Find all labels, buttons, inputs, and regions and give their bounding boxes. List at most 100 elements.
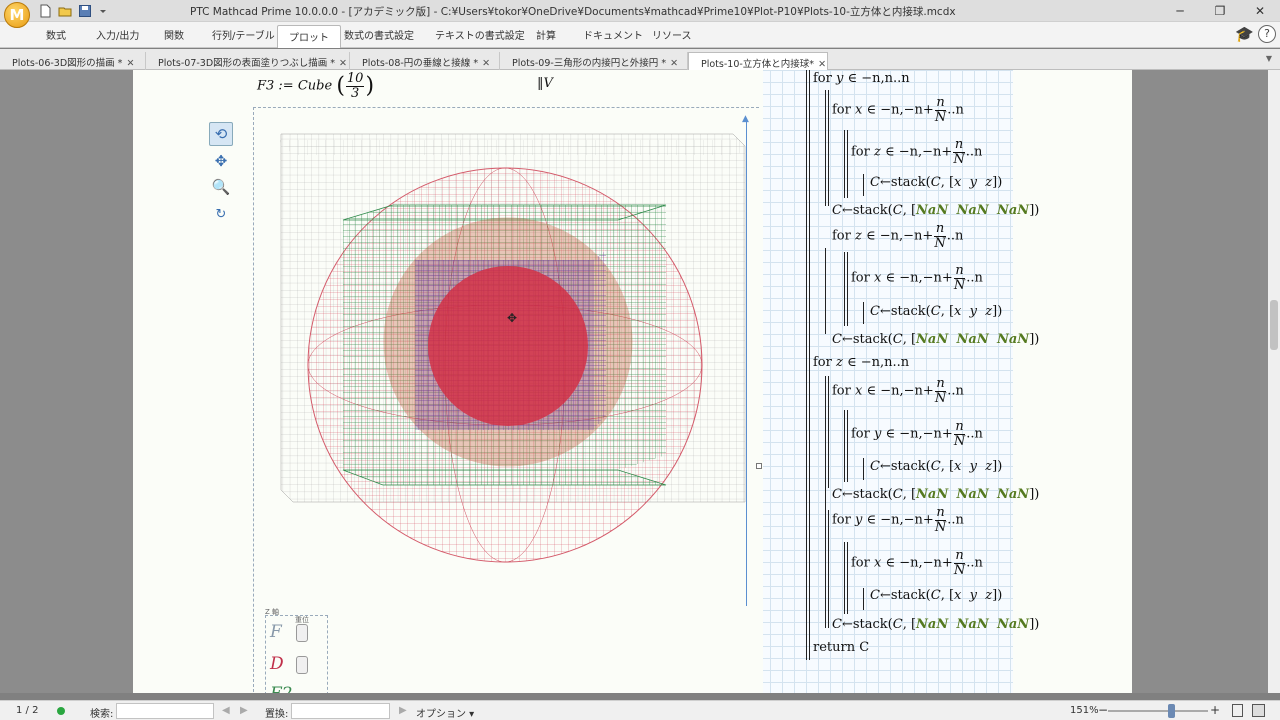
vector-label: ‖V xyxy=(537,76,553,91)
document-tab-label: Plots-08-円の垂線と接線 * xyxy=(362,58,479,69)
legend-label-f2: F2 xyxy=(270,684,293,693)
vertical-scrollbar[interactable] xyxy=(1268,70,1280,693)
replace-input[interactable] xyxy=(291,703,390,719)
app-logo[interactable]: M xyxy=(4,2,30,28)
inner-sphere-mesh xyxy=(428,266,588,426)
legend-marker xyxy=(296,656,308,674)
cursor-crosshair-icon: ✥ xyxy=(507,311,517,325)
close-tab-icon[interactable]: ✕ xyxy=(818,59,826,70)
legend-marker xyxy=(296,624,308,642)
open-folder-icon[interactable] xyxy=(58,4,72,18)
program-line[interactable]: C←stack(C, [x y z]) xyxy=(870,588,1002,603)
tab-calculation[interactable]: 計算 xyxy=(536,27,556,42)
program-line[interactable]: for z ∈ −n,−n+ n N ..n xyxy=(832,222,963,250)
maximize-button[interactable]: ❐ xyxy=(1200,0,1240,22)
replace-label: 置換: xyxy=(265,709,289,720)
scrollbar-thumb[interactable] xyxy=(1270,300,1278,350)
document-tab-active[interactable]: Plots-10-立方体と内接球* ✕ xyxy=(688,52,828,70)
save-icon[interactable] xyxy=(78,4,92,18)
status-bar: 1 / 2 検索: ◀ ▶ 置換: ▶ オプション ▾ 151% − + xyxy=(0,700,1280,720)
search-label: 検索: xyxy=(90,709,114,720)
worksheet-page[interactable]: F3 := Cube (10 3) ‖V ⟲ ✥ 🔍 ↻ ✥ ▲ Z 軸 重位 … xyxy=(133,70,1132,693)
f3-arg-numerator: 10 xyxy=(345,71,365,87)
plot-legend[interactable]: Z 軸 重位 F D F2 xyxy=(265,608,328,693)
zoom-in-icon[interactable]: + xyxy=(1210,703,1220,717)
program-line[interactable]: for x ∈ −n,−n+ n N ..n xyxy=(851,549,983,577)
ribbon-tabs: 数式 入力/出力 関数 行列/テーブル プロット 数式の書式設定 テキストの書式… xyxy=(0,22,1280,48)
legend-caption: Z 軸 xyxy=(265,608,280,616)
zoom-out-icon[interactable]: − xyxy=(1098,703,1108,717)
document-tabs: Plots-06-3D図形の描画 * ✕ Plots-07-3D図形の表面塗りつぶ… xyxy=(0,49,1280,70)
tab-input-output[interactable]: 入力/出力 xyxy=(96,27,139,42)
document-tab-label: Plots-09-三角形の内接円と外接円 * xyxy=(512,58,667,69)
document-tab[interactable]: Plots-06-3D図形の描画 * ✕ xyxy=(0,52,146,70)
search-input[interactable] xyxy=(116,703,214,719)
tab-functions[interactable]: 関数 xyxy=(164,27,184,42)
program-line[interactable]: for x ∈ −n,−n+ n N ..n xyxy=(851,264,983,292)
close-window-button[interactable]: ✕ xyxy=(1240,0,1280,22)
program-line[interactable]: C←stack(C, [NaN NaN NaN]) xyxy=(832,332,1039,347)
program-line[interactable]: for x ∈ −n,−n+ n N ..n xyxy=(832,377,964,405)
tab-plots[interactable]: プロット xyxy=(277,25,341,48)
tab-resources[interactable]: リソース xyxy=(652,27,692,42)
program-line[interactable]: for x ∈ −n,−n+ n N ..n xyxy=(832,96,964,124)
program-line[interactable]: C←stack(C, [x y z]) xyxy=(870,459,1002,474)
program-line[interactable]: C←stack(C, [NaN NaN NaN]) xyxy=(832,617,1039,632)
document-tab[interactable]: Plots-08-円の垂線と接線 * ✕ xyxy=(350,52,500,70)
search-prev-icon[interactable]: ◀ xyxy=(222,705,230,716)
tab-scroll-down-icon[interactable]: ▼ xyxy=(1266,54,1272,63)
window-title: PTC Mathcad Prime 10.0.0.0 - [アカデミック版] -… xyxy=(190,6,956,18)
program-line[interactable]: C←stack(C, [x y z]) xyxy=(870,175,1002,190)
replace-icon[interactable]: ▶ xyxy=(399,705,407,716)
program-return-line[interactable]: return C xyxy=(813,640,869,655)
workspace: F3 := Cube (10 3) ‖V ⟲ ✥ 🔍 ↻ ✥ ▲ Z 軸 重位 … xyxy=(0,70,1280,693)
new-file-icon[interactable] xyxy=(38,4,52,18)
resize-arrow-icon[interactable]: ▲ xyxy=(742,114,749,124)
zoom-slider-thumb[interactable] xyxy=(1168,704,1175,718)
close-tab-icon[interactable]: ✕ xyxy=(339,58,347,69)
rotate-icon[interactable]: ⟲ xyxy=(209,122,233,146)
f3-definition[interactable]: F3 := Cube (10 3) xyxy=(257,72,374,100)
3d-plot-canvas[interactable]: ✥ xyxy=(253,110,758,610)
draft-view-icon[interactable] xyxy=(1252,704,1265,717)
program-line[interactable]: C←stack(C, [NaN NaN NaN]) xyxy=(832,487,1039,502)
page-indicator: 1 / 2 xyxy=(16,705,39,716)
page-view-icon[interactable] xyxy=(1232,704,1243,717)
zoom-level: 151% xyxy=(1070,705,1099,716)
close-tab-icon[interactable]: ✕ xyxy=(482,58,490,69)
program-line[interactable]: for y ∈ −n,−n+ n N ..n xyxy=(851,420,983,448)
legend-label-f: F xyxy=(270,622,282,642)
zoom-icon[interactable]: 🔍 xyxy=(209,176,233,200)
document-tab[interactable]: Plots-07-3D図形の表面塗りつぶし描画 * ✕ xyxy=(146,52,350,70)
program-line[interactable]: for y ∈ −n,n..n xyxy=(813,71,910,86)
graduation-cap-icon[interactable]: 🎓 xyxy=(1235,25,1254,43)
tab-text-formatting[interactable]: テキストの書式設定 xyxy=(435,27,525,42)
reset-icon[interactable]: ↻ xyxy=(209,204,233,228)
search-next-icon[interactable]: ▶ xyxy=(240,705,248,716)
program-line[interactable]: for z ∈ −n,n..n xyxy=(813,355,909,370)
close-tab-icon[interactable]: ✕ xyxy=(126,58,134,69)
tab-matrices-tables[interactable]: 行列/テーブル xyxy=(212,27,275,42)
program-line[interactable]: C←stack(C, [NaN NaN NaN]) xyxy=(832,203,1039,218)
program-line[interactable]: C←stack(C, [x y z]) xyxy=(870,304,1002,319)
tab-document[interactable]: ドキュメント xyxy=(583,27,643,42)
document-tab-label: Plots-10-立方体と内接球* xyxy=(701,59,815,70)
document-tab-label: Plots-06-3D図形の描画 * xyxy=(12,58,123,69)
help-button[interactable]: ? xyxy=(1258,25,1276,43)
pan-icon[interactable]: ✥ xyxy=(209,150,233,174)
program-line[interactable]: for z ∈ −n,−n+ n N ..n xyxy=(851,138,982,166)
options-dropdown[interactable]: オプション ▾ xyxy=(416,705,474,720)
tab-math-formatting[interactable]: 数式の書式設定 xyxy=(344,27,414,42)
quick-access-dropdown-icon[interactable] xyxy=(98,4,108,18)
minimize-button[interactable]: ─ xyxy=(1160,0,1200,22)
plot-resize-edge[interactable] xyxy=(746,118,747,606)
program-line[interactable]: for y ∈ −n,−n+ n N ..n xyxy=(832,506,964,534)
document-tab-label: Plots-07-3D図形の表面塗りつぶし描画 * xyxy=(158,58,336,69)
calc-status-icon xyxy=(57,707,65,715)
zoom-slider[interactable] xyxy=(1108,710,1208,712)
close-tab-icon[interactable]: ✕ xyxy=(670,58,678,69)
title-bar: M PTC Mathcad Prime 10.0.0.0 - [アカデミック版]… xyxy=(0,0,1280,28)
resize-handle[interactable] xyxy=(756,463,762,469)
document-tab[interactable]: Plots-09-三角形の内接円と外接円 * ✕ xyxy=(500,52,688,70)
tab-math[interactable]: 数式 xyxy=(46,27,66,42)
